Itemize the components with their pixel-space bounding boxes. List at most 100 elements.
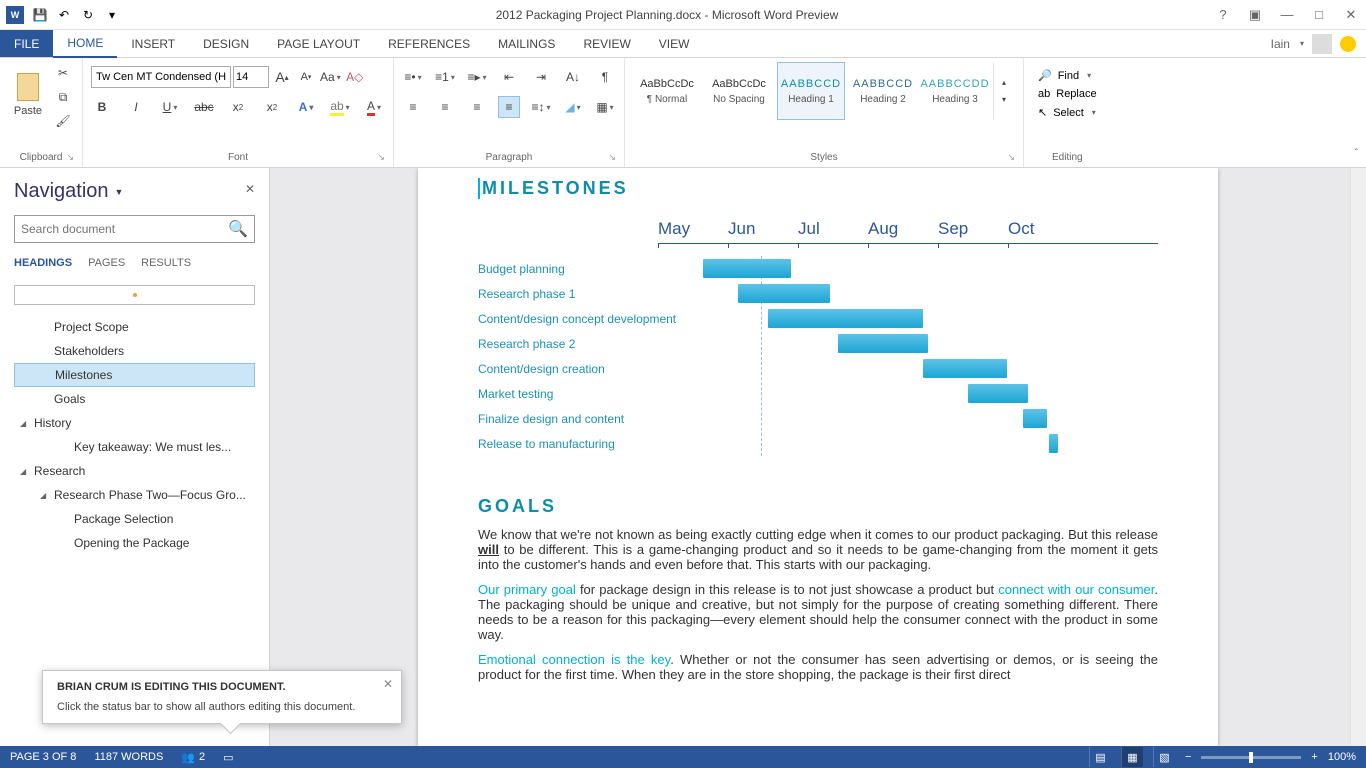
undo-icon[interactable]: ↶ <box>56 7 72 23</box>
link[interactable]: Emotional connection is the key <box>478 652 670 667</box>
nav-close-icon[interactable]: ✕ <box>245 182 255 196</box>
style-tile[interactable]: AABBCCDHeading 1 <box>777 62 845 120</box>
tab-references[interactable]: REFERENCES <box>374 30 484 57</box>
nav-item[interactable]: ◢History <box>14 411 255 435</box>
nav-search-input[interactable] <box>21 222 228 236</box>
tab-file[interactable]: FILE <box>0 30 53 57</box>
nav-item[interactable]: Key takeaway: We must les... <box>14 435 255 459</box>
status-authors[interactable]: 👥2 <box>181 751 205 764</box>
minimize-icon[interactable]: — <box>1278 6 1296 24</box>
qat-customize-caret[interactable]: ▾ <box>104 7 120 23</box>
zoom-level[interactable]: 100% <box>1328 751 1356 763</box>
nav-item[interactable]: Stakeholders <box>14 339 255 363</box>
view-print-icon[interactable]: ▦ <box>1121 747 1143 767</box>
sort-icon[interactable]: A↓ <box>562 66 584 88</box>
close-icon[interactable]: ✕ <box>1342 6 1360 24</box>
style-tile[interactable]: AABBCCDDHeading 3 <box>921 62 989 120</box>
redo-icon[interactable]: ↻ <box>80 7 96 23</box>
nav-position-indicator[interactable] <box>14 285 255 305</box>
nav-tab[interactable]: HEADINGS <box>14 257 72 273</box>
user-area[interactable]: Iain ▾ <box>1271 30 1366 57</box>
multilevel-icon[interactable]: ≡▸▾ <box>466 66 488 88</box>
subscript-button[interactable]: x2 <box>227 96 249 118</box>
format-painter-icon[interactable]: 🖌 <box>52 110 74 132</box>
highlight-icon[interactable]: ab▾ <box>329 96 351 118</box>
shrink-font-icon[interactable]: A▾ <box>295 66 317 88</box>
feedback-smiley-icon[interactable] <box>1340 36 1356 52</box>
launcher-icon[interactable]: ↘ <box>1007 152 1015 163</box>
copy-icon[interactable]: ⧉ <box>52 86 74 108</box>
nav-item[interactable]: Package Selection <box>14 507 255 531</box>
save-icon[interactable]: 💾 <box>32 7 48 23</box>
tab-view[interactable]: VIEW <box>645 30 704 57</box>
launcher-icon[interactable]: ↘ <box>608 152 616 163</box>
bold-button[interactable]: B <box>91 96 113 118</box>
change-case-icon[interactable]: Aa▾ <box>319 66 342 88</box>
help-icon[interactable]: ? <box>1214 6 1232 24</box>
style-tile[interactable]: AaBbCcDcNo Spacing <box>705 62 773 120</box>
nav-item[interactable]: Opening the Package <box>14 531 255 555</box>
italic-button[interactable]: I <box>125 96 147 118</box>
clear-formatting-icon[interactable]: A◇ <box>344 66 366 88</box>
font-color-icon[interactable]: A▾ <box>363 96 385 118</box>
bullets-icon[interactable]: ≡•▾ <box>402 66 424 88</box>
maximize-icon[interactable]: □ <box>1310 6 1328 24</box>
tab-review[interactable]: REVIEW <box>569 30 644 57</box>
link[interactable]: Our primary goal <box>478 582 576 597</box>
line-spacing-icon[interactable]: ≡↕▾ <box>530 96 552 118</box>
tab-insert[interactable]: INSERT <box>117 30 189 57</box>
document-area[interactable]: MILESTONES MayJunJulAugSepOct Budget pla… <box>270 168 1366 746</box>
paste-button[interactable]: Paste <box>8 62 48 128</box>
replace-button[interactable]: abReplace <box>1032 85 1103 103</box>
nav-tab[interactable]: RESULTS <box>141 257 191 273</box>
status-page[interactable]: PAGE 3 OF 8 <box>10 751 76 763</box>
shading-icon[interactable]: ◢▾ <box>562 96 584 118</box>
scrollbar-vertical[interactable] <box>1350 168 1366 746</box>
show-marks-icon[interactable]: ¶ <box>594 66 616 88</box>
justify-icon[interactable]: ≡ <box>498 96 520 118</box>
launcher-icon[interactable]: ↘ <box>377 152 385 163</box>
zoom-slider[interactable] <box>1201 756 1301 759</box>
status-macros-icon[interactable]: ▭ <box>223 751 233 764</box>
search-icon[interactable]: 🔍 <box>228 219 248 239</box>
view-web-icon[interactable]: ▧ <box>1153 747 1175 767</box>
nav-item[interactable]: Project Scope <box>14 315 255 339</box>
cut-icon[interactable]: ✂ <box>52 62 74 84</box>
toast-close-icon[interactable]: ✕ <box>383 677 393 691</box>
nav-item[interactable]: ◢Research <box>14 459 255 483</box>
strikethrough-button[interactable]: abc <box>193 96 215 118</box>
nav-caret-icon[interactable]: ▼ <box>115 187 124 197</box>
nav-search[interactable]: 🔍 <box>14 215 255 243</box>
font-name-combo[interactable] <box>91 66 231 88</box>
zoom-in-icon[interactable]: + <box>1311 751 1317 763</box>
tab-home[interactable]: HOME <box>53 30 117 58</box>
link[interactable]: connect with our consumer <box>998 582 1154 597</box>
align-left-icon[interactable]: ≡ <box>402 96 424 118</box>
nav-tab[interactable]: PAGES <box>88 257 125 273</box>
text-effects-icon[interactable]: A▾ <box>295 96 317 118</box>
ribbon-options-icon[interactable]: ▣ <box>1246 6 1264 24</box>
zoom-thumb[interactable] <box>1249 752 1253 763</box>
collapse-ribbon-icon[interactable]: ˆ <box>1355 148 1358 159</box>
launcher-icon[interactable]: ↘ <box>66 152 74 163</box>
superscript-button[interactable]: x2 <box>261 96 283 118</box>
styles-more-icon[interactable]: ▴▾ <box>993 62 1015 120</box>
zoom-out-icon[interactable]: − <box>1185 751 1191 763</box>
underline-button[interactable]: U▾ <box>159 96 181 118</box>
tab-mailings[interactable]: MAILINGS <box>484 30 569 57</box>
status-words[interactable]: 1187 WORDS <box>94 751 163 763</box>
select-button[interactable]: ↖Select▾ <box>1032 103 1102 122</box>
increase-indent-icon[interactable]: ⇥ <box>530 66 552 88</box>
decrease-indent-icon[interactable]: ⇤ <box>498 66 520 88</box>
view-read-icon[interactable]: ▤ <box>1089 747 1111 767</box>
borders-icon[interactable]: ▦▾ <box>594 96 616 118</box>
align-right-icon[interactable]: ≡ <box>466 96 488 118</box>
numbering-icon[interactable]: ≡1▾ <box>434 66 456 88</box>
find-button[interactable]: 🔎Find▾ <box>1032 66 1097 85</box>
grow-font-icon[interactable]: A▴ <box>271 66 293 88</box>
style-tile[interactable]: AABBCCDHeading 2 <box>849 62 917 120</box>
font-size-combo[interactable] <box>233 66 269 88</box>
nav-item[interactable]: ◢Research Phase Two—Focus Gro... <box>14 483 255 507</box>
style-tile[interactable]: AaBbCcDc¶ Normal <box>633 62 701 120</box>
align-center-icon[interactable]: ≡ <box>434 96 456 118</box>
